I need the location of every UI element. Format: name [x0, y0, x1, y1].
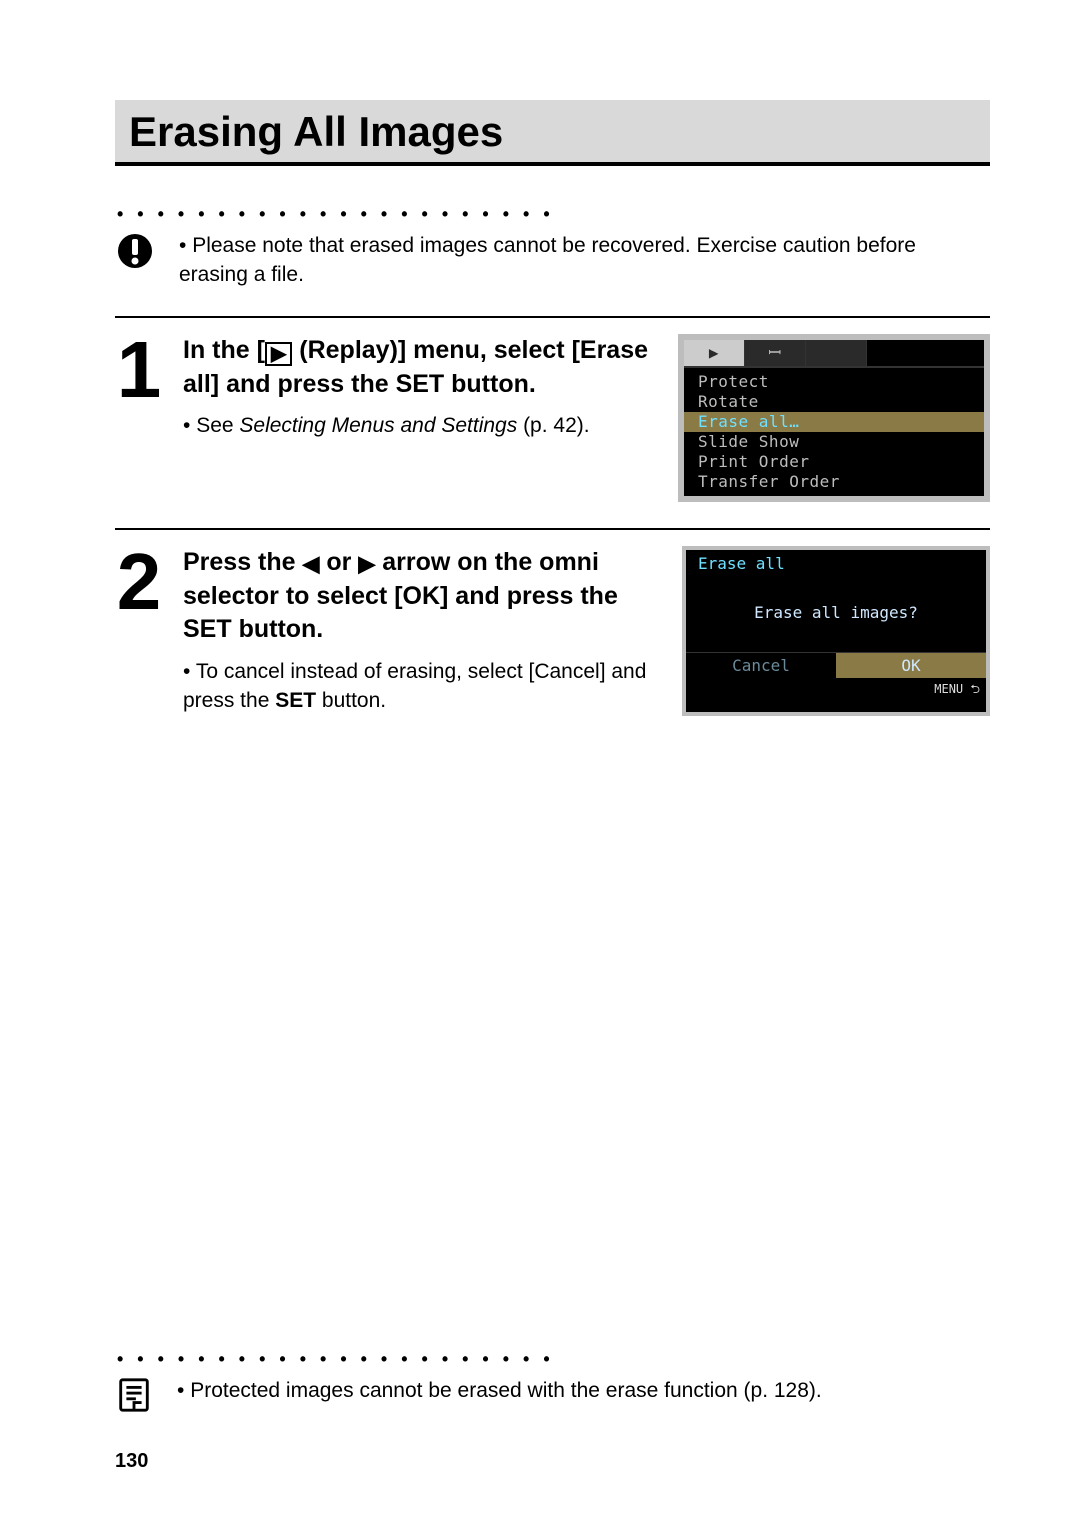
step1-heading: In the [▶ (Replay)] menu, select [Erase …: [183, 334, 658, 402]
menu-item-slide-show: Slide Show: [684, 432, 984, 452]
dot-rule-footer: ••••••••••••••••••••••: [115, 1349, 990, 1370]
confirm-question: Erase all images?: [686, 575, 986, 652]
menu-tab-setup: ꟷ: [745, 340, 806, 366]
caution-text: Please note that erased images cannot be…: [179, 231, 990, 290]
step-number-1: 1: [115, 338, 163, 502]
note-icon: [115, 1376, 153, 1419]
step2-bullet-post: button.: [316, 689, 386, 712]
step2-head-mid1: or: [319, 548, 358, 576]
menu-tab-other: [806, 340, 867, 366]
exclamation-icon: [115, 231, 155, 276]
confirm-cancel: Cancel: [686, 653, 836, 678]
section-title-bar: Erasing All Images: [115, 100, 990, 166]
step2-heading: Press the ◀ or ▶ arrow on the omni selec…: [183, 546, 658, 647]
confirm-title: Erase all: [686, 550, 986, 575]
dot-rule: ••••••••••••••••••••••: [115, 204, 990, 225]
step1-bullet: See Selecting Menus and Settings (p. 42)…: [183, 411, 658, 440]
step2-head-post: button.: [232, 615, 324, 643]
menu-item-print-order: Print Order: [684, 452, 984, 472]
menu-back-hint: MENU ⮌: [686, 678, 986, 701]
step1-bullet-italic: Selecting Menus and Settings: [239, 414, 517, 437]
menu-tab-play: ▶: [684, 340, 745, 366]
confirm-dialog-screenshot: Erase all Erase all images? Cancel OK ME…: [682, 546, 990, 716]
step2-bullet-set: SET: [275, 689, 316, 712]
step1-head-pre: In the [: [183, 336, 265, 364]
menu-item-rotate: Rotate: [684, 392, 984, 412]
menu-item-protect: Protect: [684, 372, 984, 392]
step2-bullet-pre: To cancel instead of erasing, select [Ca…: [183, 660, 646, 712]
step-1: 1 In the [▶ (Replay)] menu, select [Eras…: [115, 316, 990, 502]
menu-tabs: ▶ ꟷ: [684, 340, 984, 368]
step1-bullet-pre: See: [183, 414, 239, 437]
camera-menu-screenshot: ▶ ꟷ Protect Rotate Erase all… Slide Show…: [678, 334, 990, 502]
step2-bullet: To cancel instead of erasing, select [Ca…: [183, 657, 658, 716]
footer-note-text: Protected images cannot be erased with t…: [177, 1376, 822, 1405]
caution-block: Please note that erased images cannot be…: [115, 231, 990, 290]
page-number: 130: [115, 1450, 148, 1473]
menu-item-transfer-order: Transfer Order: [684, 472, 984, 492]
right-arrow-icon: ▶: [358, 551, 375, 576]
footer-note-block: Protected images cannot be erased with t…: [115, 1376, 990, 1419]
step-number-2: 2: [115, 550, 163, 716]
menu-item-erase-all: Erase all…: [684, 412, 984, 432]
section-title: Erasing All Images: [129, 108, 976, 156]
step1-set: SET: [396, 370, 445, 398]
left-arrow-icon: ◀: [303, 551, 320, 576]
step2-head-pre: Press the: [183, 548, 303, 576]
step1-head-post: button.: [444, 370, 536, 398]
step2-set: SET: [183, 615, 232, 643]
step-2: 2 Press the ◀ or ▶ arrow on the omni sel…: [115, 528, 990, 716]
play-icon: ▶: [265, 342, 292, 366]
confirm-ok: OK: [836, 653, 986, 678]
step1-bullet-post: (p. 42).: [517, 414, 589, 437]
